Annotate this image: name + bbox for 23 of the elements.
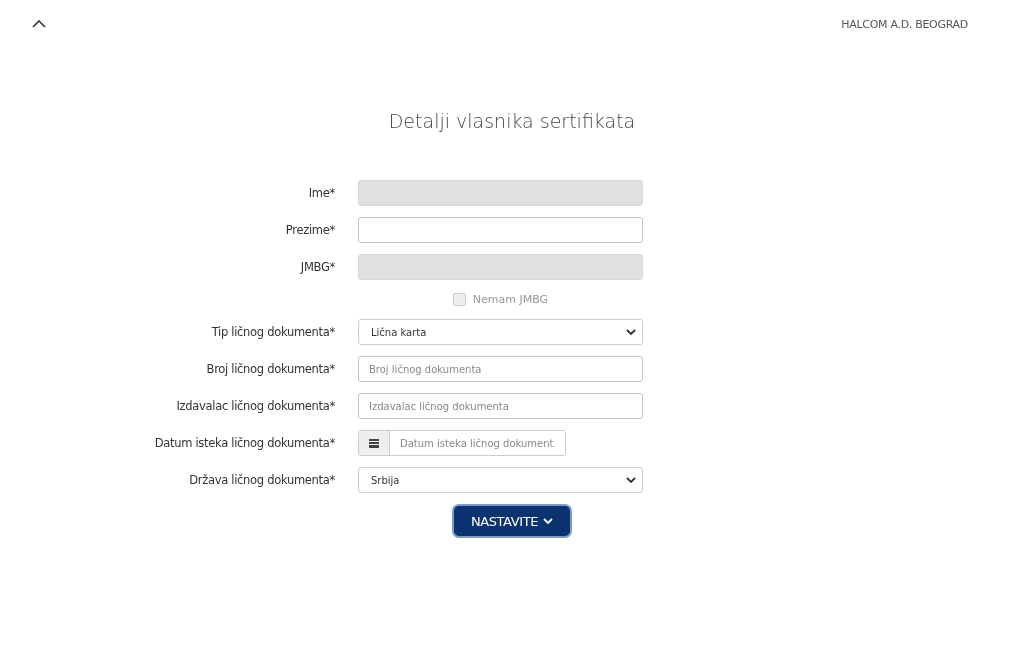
page-title: Detalji vlasnika sertifikata <box>388 110 636 132</box>
field-label: Prezime* <box>284 223 335 237</box>
calendar-icon[interactable] <box>369 438 379 448</box>
field-label: Broj ličnog dokumenta* <box>205 362 335 376</box>
field-label: JMBG* <box>299 260 335 274</box>
input-field[interactable] <box>358 217 643 243</box>
field-label: Izdavalac ličnog dokumenta* <box>175 399 335 413</box>
continue-button[interactable]: NASTAVITE <box>452 504 572 538</box>
date-field[interactable]: Datum isteka ličnog dokument. <box>358 430 566 456</box>
input-field[interactable]: Broj ličnog dokumenta <box>358 356 643 382</box>
field-label: Država ličnog dokumenta* <box>188 473 335 487</box>
field-label: Ime* <box>307 186 335 200</box>
select-field[interactable]: Lična karta <box>358 319 643 345</box>
field-label: Tip ličnog dokumenta* <box>210 325 335 339</box>
field-label: Datum isteka ličnog dokumenta* <box>153 436 335 450</box>
input-field[interactable]: Izdavalac ličnog dokumenta <box>358 393 643 419</box>
select-field[interactable]: Srbija <box>358 467 643 493</box>
company-name: HALCOM A.D. BEOGRAD <box>841 17 968 31</box>
chevron-down-icon <box>543 517 554 525</box>
checkbox-label: Nemam JMBG <box>472 293 549 306</box>
collapse-icon[interactable] <box>32 20 46 28</box>
dropdown-icon <box>626 328 636 336</box>
dropdown-icon <box>626 476 636 484</box>
